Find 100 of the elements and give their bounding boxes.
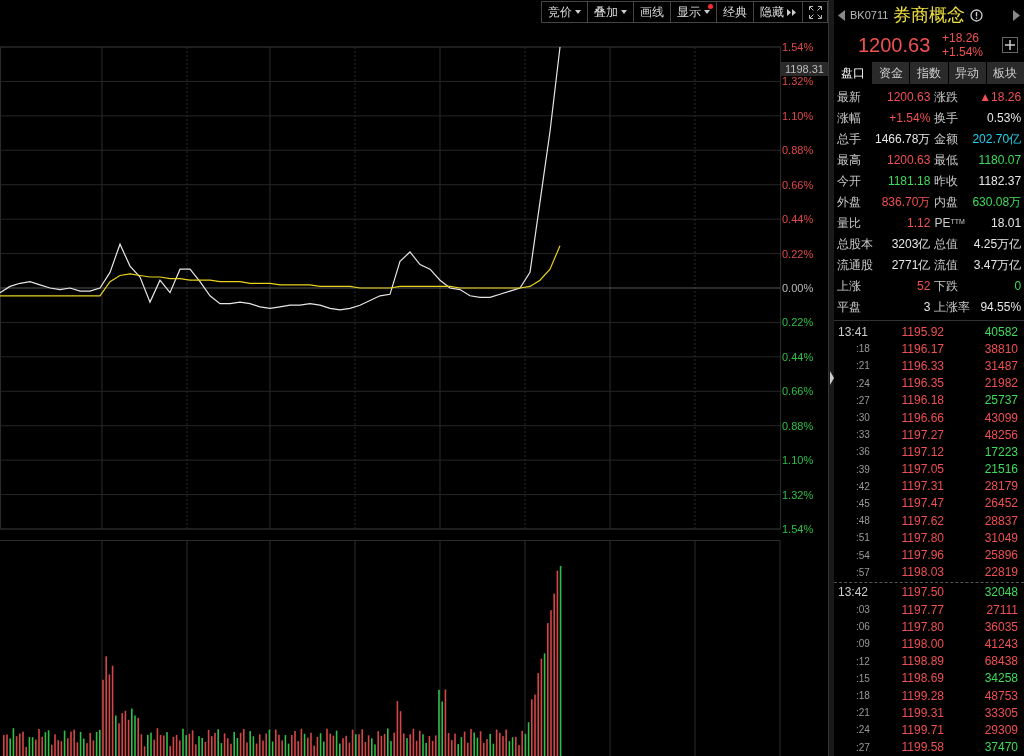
stat-label: 金额 — [933, 131, 960, 148]
axis-label: 0.66% — [782, 178, 814, 191]
tick-time: :30 — [855, 411, 871, 426]
tab[interactable]: 板块 — [986, 62, 1024, 84]
tick-volume: 22819 — [983, 564, 1018, 582]
stat-value: 2771亿 — [890, 257, 931, 274]
axis-label: 0.44% — [782, 350, 814, 363]
tick-time: :57 — [855, 565, 871, 580]
tick-volume: 34258 — [983, 670, 1018, 688]
stat-label: 最高 — [837, 152, 862, 169]
add-icon[interactable] — [1002, 37, 1018, 53]
toolbar-button[interactable]: 竞价 — [542, 2, 588, 22]
stat-value: 0.53% — [986, 110, 1022, 127]
tick-price: 1197.12 — [900, 443, 944, 461]
tick-price: 1197.47 — [900, 495, 944, 513]
stat-value: 1180.07 — [977, 152, 1022, 169]
tick-time: :03 — [855, 603, 871, 618]
axis-label: 0.66% — [782, 385, 814, 398]
toolbar-button[interactable]: 隐藏 — [754, 2, 803, 22]
tick-time: :45 — [855, 496, 871, 511]
tick-time: 13:42 — [837, 584, 870, 602]
stat-value: 202.70亿 — [972, 131, 1022, 148]
stat-label: 上涨 — [837, 278, 862, 295]
stat-value: 836.70万 — [880, 194, 931, 211]
tick-price: 1197.50 — [900, 584, 944, 602]
previous-icon[interactable] — [838, 9, 845, 21]
last-price: 1200.63 — [858, 33, 932, 58]
stat-label: 总值 — [933, 236, 960, 253]
stat-label: 外盘 — [837, 194, 862, 211]
stat-label: 平盘 — [837, 299, 862, 316]
tick-volume: 28837 — [983, 512, 1018, 530]
axis-label: 0.22% — [782, 316, 814, 329]
percent-change: +1.54% — [942, 45, 984, 59]
tick-time: :51 — [855, 531, 871, 546]
stat-value: 3.47万亿 — [972, 257, 1022, 274]
tick-price: 1198.69 — [900, 670, 944, 688]
stat-value: 0 — [1013, 278, 1022, 295]
axis-label: 1.32% — [782, 75, 814, 88]
tab[interactable]: 资金 — [872, 62, 910, 84]
stat-label: 最新 — [837, 89, 862, 106]
tick-price: 1197.77 — [900, 601, 944, 619]
tick-price: 1197.96 — [900, 547, 944, 565]
tick-time: :12 — [855, 654, 871, 669]
stat-value: 1.12 — [906, 215, 931, 232]
toolbar-button[interactable]: 显示 — [671, 2, 717, 22]
stock-name: 券商概念 — [893, 3, 966, 27]
tick-volume: 17223 — [983, 443, 1018, 461]
axis-label: 1.32% — [782, 488, 814, 501]
tick-price: 1197.80 — [900, 618, 944, 636]
tick-time: 13:41 — [837, 323, 870, 341]
tick-time: :54 — [855, 548, 871, 563]
tick-volume: 32048 — [983, 584, 1018, 602]
stat-value: 3203亿 — [890, 236, 931, 253]
tick-price: 1197.27 — [900, 426, 944, 444]
tick-price: 1197.80 — [900, 529, 944, 547]
collapse-icon[interactable] — [829, 371, 834, 385]
toolbar-button[interactable]: 叠加 — [588, 2, 634, 22]
axis-label: 0.44% — [782, 213, 814, 226]
axis-label: 0.00% — [782, 282, 814, 294]
stat-value: 52 — [916, 278, 931, 295]
tick-price: 1197.62 — [900, 512, 944, 530]
tick-volume: 36035 — [983, 618, 1018, 636]
stat-label: 换手 — [933, 110, 960, 127]
stat-label: 昨收 — [933, 173, 960, 190]
tick-volume: 27111 — [985, 601, 1018, 619]
axis-label: 1.54% — [782, 41, 814, 53]
stat-value: 1200.63 — [886, 89, 931, 106]
tick-volume: 37470 — [983, 739, 1018, 756]
stat-label: 流值 — [933, 257, 960, 274]
tick-volume: 21982 — [983, 375, 1018, 393]
tick-volume: 33305 — [983, 704, 1018, 722]
tick-price: 1197.05 — [900, 461, 944, 479]
stat-label: PE$^{TTM}$ — [933, 215, 966, 232]
tick-time: :27 — [855, 393, 871, 408]
stat-value: 1182.37 — [977, 173, 1022, 190]
tick-time: :36 — [855, 445, 871, 460]
tab[interactable]: 异动 — [948, 62, 986, 84]
toolbar-button[interactable]: 经典 — [717, 2, 754, 22]
stat-value: 630.08万 — [972, 194, 1022, 211]
tick-time: :33 — [855, 428, 871, 443]
stat-value: ▲18.26 — [978, 89, 1022, 106]
next-icon[interactable] — [1013, 9, 1020, 21]
tick-price: 1198.00 — [900, 635, 944, 653]
info-icon[interactable] — [970, 8, 984, 22]
tick-volume: 48256 — [983, 426, 1018, 444]
stat-label: 上涨率 — [933, 299, 971, 316]
fullscreen-icon — [808, 5, 822, 19]
stat-value: 4.25万亿 — [972, 236, 1022, 253]
tick-price: 1198.89 — [900, 653, 944, 671]
toolbar-button[interactable]: 画线 — [634, 2, 671, 22]
stat-label: 涨幅 — [837, 110, 862, 127]
axis-label: 1.10% — [782, 454, 814, 467]
stat-value: 1466.78万 — [875, 131, 931, 148]
tick-volume: 40582 — [983, 323, 1018, 341]
stat-label: 今开 — [837, 173, 862, 190]
tick-time: :06 — [855, 620, 871, 635]
tick-price: 1196.66 — [900, 409, 944, 427]
tab[interactable]: 指数 — [910, 62, 948, 84]
tick-price: 1196.33 — [900, 357, 944, 375]
tick-volume: 43099 — [983, 409, 1018, 427]
